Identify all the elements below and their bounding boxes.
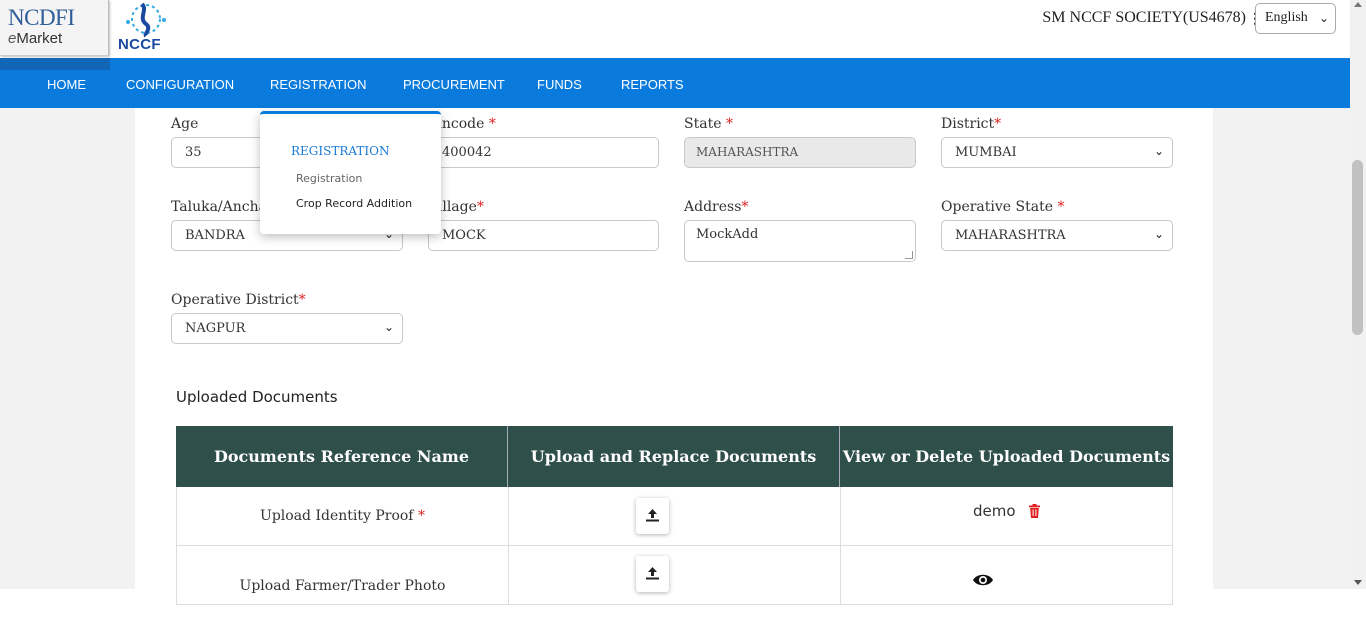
menu-item-crop-record-addition[interactable]: Crop Record Addition: [296, 197, 412, 210]
registration-dropdown-menu: REGISTRATION Registration Crop Record Ad…: [260, 111, 441, 234]
trash-icon[interactable]: [1029, 504, 1040, 518]
address-textarea[interactable]: MockAdd: [684, 220, 916, 262]
user-name: SM NCCF SOCIETY(US4678): [1042, 9, 1246, 26]
state-label: State *: [684, 116, 733, 132]
nccf-logo[interactable]: NCCF: [115, 0, 175, 56]
document-name: Upload Farmer/Trader Photo: [239, 578, 446, 594]
upload-icon: [646, 567, 659, 580]
chevron-down-icon: ⌄: [383, 320, 394, 334]
column-header-upload: Upload and Replace Documents: [508, 426, 840, 487]
upload-button[interactable]: [636, 498, 669, 534]
operative-state-value: MAHARASHTRA: [955, 228, 1066, 243]
documents-table-header: Documents Reference Name Upload and Repl…: [176, 426, 1173, 487]
uploaded-file-name[interactable]: demo: [973, 502, 1016, 520]
nav-home[interactable]: HOME: [47, 77, 86, 92]
menu-item-registration[interactable]: Registration: [296, 172, 362, 185]
operative-district-value: NAGPUR: [185, 321, 246, 336]
eye-icon[interactable]: [972, 573, 994, 587]
resize-handle-icon[interactable]: [905, 251, 913, 259]
operative-state-label: Operative State *: [941, 199, 1065, 215]
view-delete-cell: [841, 546, 1174, 605]
language-value: English: [1265, 10, 1308, 25]
document-name: Upload Identity Proof: [260, 508, 414, 524]
uploaded-documents-title: Uploaded Documents: [176, 388, 338, 406]
chevron-down-icon: ⌄: [1318, 11, 1329, 25]
chevron-down-icon: ⌄: [1153, 144, 1164, 158]
scroll-up-arrow-icon[interactable]: [1354, 2, 1362, 7]
column-header-reference-name: Documents Reference Name: [176, 426, 508, 487]
ncdfi-emarket-logo[interactable]: NCDFI eMarket: [0, 0, 109, 56]
nccf-emblem-icon: [126, 2, 166, 38]
ncdfi-logo-text: NCDFI: [8, 5, 75, 30]
nav-reports[interactable]: REPORTS: [621, 77, 684, 92]
table-row: Upload Identity Proof * demo: [176, 487, 1173, 546]
view-delete-cell: demo: [841, 487, 1174, 546]
operative-district-label: Operative District*: [171, 292, 306, 308]
nav-configuration[interactable]: CONFIGURATION: [126, 77, 234, 92]
header: NCDFI eMarket NCCF SM NCCF SOCIETY(US467…: [0, 0, 1366, 58]
upload-cell: [509, 487, 841, 546]
upload-icon: [646, 509, 659, 522]
column-header-view-delete: View or Delete Uploaded Documents: [842, 447, 1171, 466]
upload-button[interactable]: [636, 556, 669, 592]
scroll-down-arrow-icon[interactable]: [1354, 580, 1362, 585]
district-label: District*: [941, 116, 1002, 132]
chevron-down-icon: ⌄: [1153, 227, 1164, 241]
emarket-label: Market: [16, 30, 63, 47]
nav-registration[interactable]: REGISTRATION: [270, 77, 367, 92]
main-navbar: HOME CONFIGURATION REGISTRATION PROCUREM…: [0, 58, 1350, 108]
nccf-logo-text: NCCF: [118, 36, 161, 53]
district-value: MUMBAI: [955, 145, 1017, 160]
table-row: Upload Farmer/Trader Photo: [176, 546, 1173, 605]
nav-home-highlight: [0, 58, 110, 70]
language-select[interactable]: English ⌄: [1255, 3, 1336, 34]
operative-district-select[interactable]: NAGPUR ⌄: [171, 313, 403, 344]
taluka-value: BANDRA: [185, 228, 245, 243]
address-label: Address*: [684, 199, 749, 215]
document-name-cell: Upload Farmer/Trader Photo: [177, 546, 509, 605]
village-input[interactable]: MOCK: [428, 220, 659, 251]
address-value: MockAdd: [696, 227, 759, 242]
page-scrollbar[interactable]: [1350, 0, 1366, 589]
nav-procurement[interactable]: PROCUREMENT: [403, 77, 505, 92]
upload-cell: [509, 546, 841, 605]
nav-funds[interactable]: FUNDS: [537, 77, 582, 92]
operative-state-select[interactable]: MAHARASHTRA ⌄: [941, 220, 1173, 251]
taluka-label: Taluka/Anchal: [171, 199, 272, 215]
age-label: Age: [171, 116, 199, 132]
emarket-logo-text: eMarket: [8, 30, 62, 47]
pincode-input[interactable]: 400042: [428, 137, 659, 168]
state-input: MAHARASHTRA: [684, 137, 916, 168]
document-name-cell: Upload Identity Proof *: [177, 487, 509, 546]
scrollbar-thumb[interactable]: [1352, 160, 1363, 335]
district-select[interactable]: MUMBAI ⌄: [941, 137, 1173, 168]
dropdown-heading: REGISTRATION: [291, 144, 390, 158]
